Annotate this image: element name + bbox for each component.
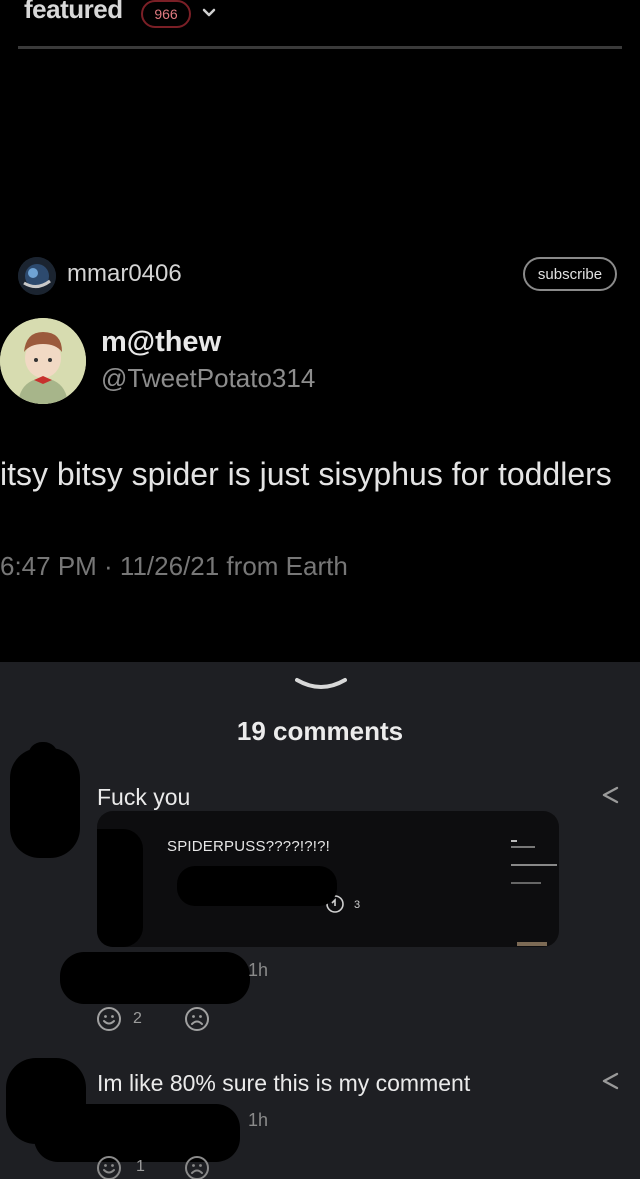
- smiley-happy-icon[interactable]: [96, 1006, 122, 1032]
- divider: [18, 46, 622, 49]
- redacted-avatar: [28, 742, 58, 782]
- comment-timestamp: 1h: [248, 1110, 269, 1130]
- happy-count: 1: [136, 1158, 145, 1175]
- tweet-meta: 6:47 PM · 11/26/21 from Earth: [0, 551, 348, 581]
- share-icon[interactable]: [599, 1070, 621, 1092]
- share-icon[interactable]: [599, 784, 621, 806]
- comment-text: Im like 80% sure this is my comment: [97, 1070, 471, 1096]
- feed-title[interactable]: featured: [24, 0, 123, 25]
- tweet-avatar: [0, 318, 86, 404]
- redacted-area: [97, 829, 143, 947]
- redacted-area: [177, 866, 337, 906]
- comments-count: 19 comments: [236, 716, 404, 746]
- chevron-down-icon[interactable]: [201, 4, 217, 20]
- embed-caption: SPIDERPUSS????!?!?!: [167, 838, 331, 855]
- comment-timestamp: 1h: [248, 960, 269, 980]
- happy-count: 2: [133, 1010, 142, 1027]
- tweet-text: itsy bitsy spider is just sisyphus for t…: [0, 456, 612, 492]
- smiley-happy-icon[interactable]: [96, 1155, 122, 1179]
- post-author[interactable]: mmar0406: [67, 260, 182, 288]
- embed-thumbnail: [511, 840, 557, 884]
- avatar[interactable]: [18, 257, 56, 295]
- redacted-username: [34, 1104, 240, 1162]
- redacted-username: [60, 952, 250, 1004]
- comment-text: Fuck you: [97, 784, 191, 810]
- tweet-handle: @TweetPotato314: [101, 363, 316, 393]
- embed-reply-count: 3: [354, 899, 361, 911]
- count-badge: 966: [141, 0, 191, 28]
- subscribe-button[interactable]: subscribe: [523, 257, 617, 291]
- tweet-display-name: m@thew: [101, 326, 222, 358]
- embed-thumbnail-edge: [517, 942, 547, 946]
- embedded-screenshot[interactable]: SPIDERPUSS????!?!?! 3: [97, 811, 559, 947]
- smiley-sad-icon[interactable]: [184, 1155, 210, 1179]
- chevron-down-icon[interactable]: [295, 676, 347, 696]
- top-bar: featured 966: [0, 0, 640, 49]
- smiley-sad-icon[interactable]: [184, 1006, 210, 1032]
